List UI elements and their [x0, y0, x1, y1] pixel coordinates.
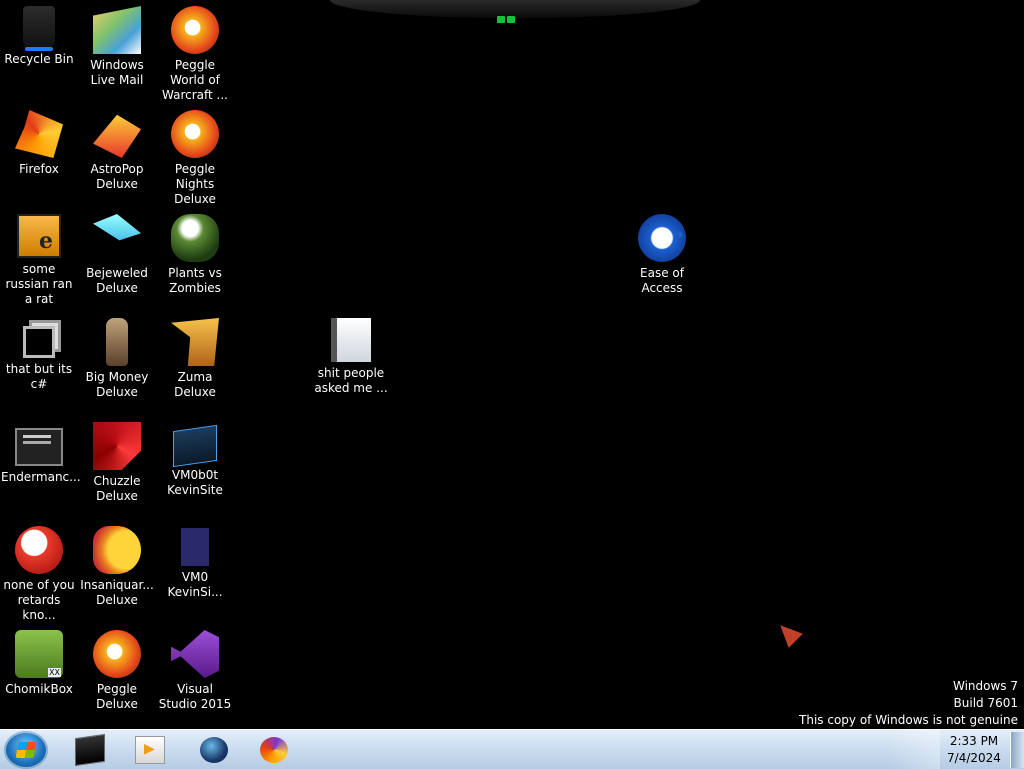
taskbar-shade: [888, 730, 940, 769]
bejeweled-icon: [93, 214, 141, 241]
visual-studio-icon: [171, 630, 219, 678]
taskbar-item-globe-app[interactable]: [184, 732, 244, 767]
console-app-icon: [15, 428, 63, 466]
stacked-windows-icon: [23, 326, 55, 358]
command-prompt-icon: [75, 733, 105, 766]
desktop-icon-windows-live-mail[interactable]: Windows Live Mail: [78, 0, 156, 100]
desktop-icon-folder[interactable]: shit people asked me ...: [312, 312, 390, 412]
desktop-icon-label: VM0 KevinSi...: [167, 570, 223, 599]
vm-dark-icon: [181, 528, 209, 566]
desktop-icon-ease-of-access[interactable]: Ease of Access: [623, 208, 701, 308]
clock-date: 7/4/2024: [947, 751, 1001, 765]
ball-icon: [15, 526, 63, 574]
plants-icon: [171, 214, 219, 262]
zuma-icon: [171, 318, 219, 366]
desktop-icon-vm0b0t[interactable]: VM0b0t KevinSite: [156, 416, 234, 516]
desktop-icon-label: Plants vs Zombies: [168, 266, 222, 295]
desktop-icon-peggle-nights[interactable]: Peggle Nights Deluxe: [156, 104, 234, 206]
taskbar: 2:33 PM 7/4/2024: [0, 729, 1024, 769]
astropop-icon: [93, 114, 141, 158]
status-light-icon: [497, 8, 527, 23]
desktop-icon-label: VM0b0t KevinSite: [167, 468, 223, 497]
desktop-icon-plants-vs-zombies[interactable]: Plants vs Zombies: [156, 208, 234, 308]
taskbar-item-command-prompt[interactable]: [60, 732, 120, 767]
desktop-icon-label: Peggle Nights Deluxe: [174, 162, 216, 206]
desktop[interactable]: Recycle Bin Firefox some russian ran a r…: [0, 0, 1024, 729]
desktop-icon-label: some russian ran a rat: [5, 262, 73, 306]
desktop-icon-insaniquarium[interactable]: Insaniquar... Deluxe: [78, 520, 156, 620]
desktop-icon-peggle-deluxe[interactable]: Peggle Deluxe: [78, 624, 156, 724]
desktop-icon-label: ChomikBox: [5, 682, 73, 696]
show-desktop-button[interactable]: [1010, 732, 1024, 768]
desktop-icon-chomikbox[interactable]: ChomikBox: [0, 624, 78, 724]
start-button[interactable]: [4, 731, 48, 769]
media-player-icon: [135, 735, 165, 764]
desktop-icon-label: Windows Live Mail: [90, 58, 144, 87]
desktop-icon-visual-studio[interactable]: Visual Studio 2015: [156, 624, 234, 724]
watermark-genuine: This copy of Windows is not genuine: [799, 713, 1018, 727]
desktop-icon-some-russian[interactable]: some russian ran a rat: [0, 208, 78, 308]
desktop-icon-label: Peggle World of Warcraft ...: [162, 58, 228, 102]
chuzzle-icon: [93, 422, 141, 470]
desktop-icon-that-but-its-c[interactable]: that but its c#: [0, 312, 78, 412]
recycle-bin-icon: [23, 6, 55, 51]
desktop-icon-none-of-you[interactable]: none of you retards kno...: [0, 520, 78, 622]
globe-app-icon: [200, 736, 228, 763]
desktop-icon-chuzzle[interactable]: Chuzzle Deluxe: [78, 416, 156, 516]
desktop-icon-label: Recycle Bin: [4, 52, 74, 66]
clock-time: 2:33 PM: [949, 734, 999, 748]
mail-icon: [93, 6, 141, 54]
desktop-icon-label: Big Money Deluxe: [85, 370, 149, 399]
desktop-icon-label: that but its c#: [5, 362, 73, 391]
big-money-icon: [106, 318, 128, 366]
desktop-icon-peggle-wow[interactable]: Peggle World of Warcraft ...: [156, 0, 234, 102]
ease-of-access-icon: [638, 214, 686, 262]
desktop-icon-astropop[interactable]: AstroPop Deluxe: [78, 104, 156, 204]
chomikbox-icon: [15, 630, 63, 678]
desktop-icon-big-money[interactable]: Big Money Deluxe: [78, 312, 156, 412]
desktop-icon-bejeweled[interactable]: Bejeweled Deluxe: [78, 208, 156, 308]
desktop-icon-label: Visual Studio 2015: [158, 682, 232, 711]
desktop-icon-endermanc[interactable]: Endermanc...: [0, 416, 81, 516]
taskbar-item-media-player[interactable]: [120, 732, 180, 767]
desktop-icon-label: AstroPop Deluxe: [90, 162, 144, 191]
taskbar-item-firefox[interactable]: [244, 732, 304, 767]
desktop-icon-vm0-kevinsite[interactable]: VM0 KevinSi...: [156, 520, 234, 620]
peggle-nights-icon: [171, 110, 219, 158]
watermark-os: Windows 7: [952, 679, 1018, 693]
desktop-icon-label: Peggle Deluxe: [96, 682, 138, 711]
desktop-icon-zuma[interactable]: Zuma Deluxe: [156, 312, 234, 412]
watermark-build: Build 7601: [953, 696, 1018, 710]
fish-icon: [93, 526, 141, 574]
mouse-cursor-icon: [773, 618, 803, 648]
desktop-icon-label: Endermanc...: [1, 470, 81, 484]
desktop-icon-label: none of you retards kno...: [3, 578, 75, 622]
desktop-icon-label: Ease of Access: [640, 266, 684, 295]
windows-watermark: Windows 7 Build 7601 This copy of Window…: [799, 678, 1018, 729]
desktop-icon-firefox[interactable]: Firefox: [0, 104, 78, 204]
folder-icon: [331, 318, 371, 362]
windows-logo-icon: [15, 742, 37, 758]
peggle-deluxe-icon: [93, 630, 141, 678]
vm-icon: [173, 424, 217, 468]
app-cube-icon: [17, 214, 61, 258]
desktop-icon-label: Insaniquar... Deluxe: [80, 578, 154, 607]
desktop-icon-label: Zuma Deluxe: [174, 370, 216, 399]
desktop-icon-label: Chuzzle Deluxe: [93, 474, 141, 503]
desktop-icon-recycle-bin[interactable]: Recycle Bin: [0, 0, 78, 100]
firefox-icon: [15, 110, 63, 158]
desktop-icon-label: shit people asked me ...: [314, 366, 388, 395]
taskbar-clock[interactable]: 2:33 PM 7/4/2024: [940, 730, 1008, 769]
desktop-icon-label: Firefox: [19, 162, 59, 176]
desktop-icon-label: Bejeweled Deluxe: [86, 266, 148, 295]
firefox-icon: [260, 736, 288, 763]
peggle-icon: [171, 6, 219, 54]
